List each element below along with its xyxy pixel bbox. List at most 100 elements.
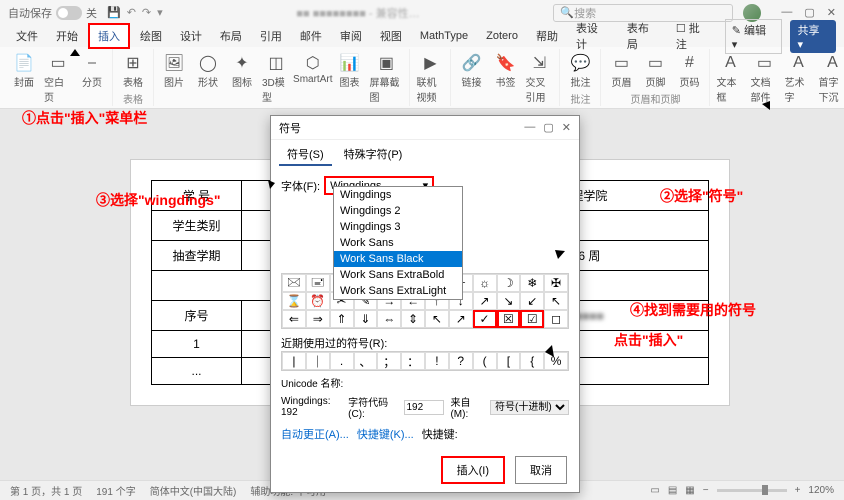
- ribbon-SmartArt[interactable]: ⬡SmartArt: [294, 51, 332, 87]
- view-web-icon[interactable]: ▦: [685, 485, 694, 496]
- recent-symbol[interactable]: (: [473, 352, 497, 370]
- autosave-toggle[interactable]: 自动保存 关: [8, 5, 97, 21]
- ribbon-联机视频[interactable]: ▶联机视频: [414, 51, 446, 106]
- autocorrect-button[interactable]: 自动更正(A)...: [281, 426, 349, 442]
- ribbon-首字下沉[interactable]: A首字下沉: [816, 51, 844, 106]
- shortcut-label: 快捷键:: [422, 426, 458, 442]
- zoom-value[interactable]: 120%: [808, 485, 834, 496]
- symbol-cell[interactable]: ☽: [497, 274, 521, 292]
- ribbon-图标[interactable]: ✦图标: [226, 51, 258, 91]
- recent-symbol[interactable]: ｜: [306, 352, 330, 370]
- recent-symbol[interactable]: [: [497, 352, 521, 370]
- font-option[interactable]: Work Sans ExtraLight: [334, 283, 462, 299]
- insert-button[interactable]: 插入(I): [441, 456, 505, 484]
- status-page[interactable]: 第 1 页，共 1 页: [10, 483, 82, 498]
- symbol-cell[interactable]: ↗: [473, 292, 497, 310]
- tab-插入[interactable]: 插入: [88, 23, 130, 49]
- tab-绘图[interactable]: 绘图: [132, 25, 170, 47]
- symbol-cell[interactable]: 🖃: [306, 274, 330, 292]
- symbol-cell[interactable]: ✓: [473, 310, 497, 328]
- ribbon-书签[interactable]: 🔖书签: [489, 51, 521, 91]
- font-option[interactable]: Wingdings: [334, 187, 462, 203]
- symbol-cell[interactable]: ☼: [473, 274, 497, 292]
- symbol-cell[interactable]: ☑: [520, 310, 544, 328]
- cancel-button[interactable]: 取消: [515, 456, 567, 484]
- zoom-slider[interactable]: [717, 489, 787, 492]
- tab-设计[interactable]: 设计: [172, 25, 210, 47]
- dialog-titlebar[interactable]: 符号 — ▢ ✕: [271, 116, 579, 140]
- shortcut-button[interactable]: 快捷键(K)...: [357, 426, 414, 442]
- ribbon-形状[interactable]: ◯形状: [192, 51, 224, 91]
- recent-symbol[interactable]: ：: [401, 352, 425, 370]
- symbol-cell[interactable]: ↗: [449, 310, 473, 328]
- ribbon-屏幕截图[interactable]: ▣屏幕截图: [368, 51, 406, 106]
- code-input[interactable]: [404, 400, 444, 415]
- recent-symbol[interactable]: |: [282, 352, 306, 370]
- symbol-cell[interactable]: ⇔: [377, 310, 401, 328]
- ribbon-交叉引用[interactable]: ⇲交叉引用: [523, 51, 555, 106]
- dialog-close-icon[interactable]: ✕: [562, 121, 571, 134]
- font-option[interactable]: Work Sans: [334, 235, 462, 251]
- tab-审阅[interactable]: 审阅: [332, 25, 370, 47]
- font-option[interactable]: Wingdings 3: [334, 219, 462, 235]
- ribbon-页码[interactable]: #页码: [673, 51, 705, 91]
- zoom-out-icon[interactable]: −: [703, 485, 709, 496]
- dialog-tab-symbols[interactable]: 符号(S): [279, 144, 332, 166]
- 图标-icon: ✦: [232, 53, 252, 73]
- view-focus-icon[interactable]: ▭: [650, 485, 659, 496]
- view-print-icon[interactable]: ▤: [668, 485, 677, 496]
- symbol-cell[interactable]: ⇕: [401, 310, 425, 328]
- ribbon-3D模型[interactable]: ◫3D模型: [260, 51, 292, 106]
- dialog-tab-special[interactable]: 特殊字符(P): [336, 144, 411, 166]
- zoom-in-icon[interactable]: +: [795, 485, 801, 496]
- font-option[interactable]: Wingdings 2: [334, 203, 462, 219]
- ribbon-链接[interactable]: 🔗链接: [455, 51, 487, 91]
- status-words[interactable]: 191 个字: [96, 483, 135, 498]
- tab-帮助[interactable]: 帮助: [528, 25, 566, 47]
- font-option[interactable]: Work Sans Black: [334, 251, 462, 267]
- symbol-cell[interactable]: 🖂: [282, 274, 306, 292]
- tab-视图[interactable]: 视图: [372, 25, 410, 47]
- tab-引用[interactable]: 引用: [252, 25, 290, 47]
- tab-Zotero[interactable]: Zotero: [478, 27, 526, 45]
- save-icon[interactable]: 💾: [107, 6, 121, 19]
- tab-文件[interactable]: 文件: [8, 25, 46, 47]
- status-lang[interactable]: 简体中文(中国大陆): [150, 483, 237, 498]
- symbol-cell[interactable]: ⌛: [282, 292, 306, 310]
- tab-布局[interactable]: 布局: [212, 25, 250, 47]
- tab-MathType[interactable]: MathType: [412, 27, 476, 45]
- recent-symbol[interactable]: ；: [377, 352, 401, 370]
- recent-symbol[interactable]: .: [330, 352, 354, 370]
- symbol-cell[interactable]: ⇑: [330, 310, 354, 328]
- 表格-icon: ⊞: [123, 53, 143, 73]
- dialog-help-icon[interactable]: —: [524, 121, 535, 134]
- font-option[interactable]: Work Sans ExtraBold: [334, 267, 462, 283]
- ribbon-艺术字[interactable]: A艺术字: [782, 51, 814, 106]
- symbol-cell[interactable]: ☒: [497, 310, 521, 328]
- tab-邮件[interactable]: 邮件: [292, 25, 330, 47]
- ribbon-图片[interactable]: 🖼图片: [158, 51, 190, 91]
- symbol-cell[interactable]: ❄: [520, 274, 544, 292]
- symbol-cell[interactable]: ↘: [497, 292, 521, 310]
- ribbon-批注[interactable]: 💬批注: [564, 51, 596, 91]
- symbol-cell[interactable]: ↖: [425, 310, 449, 328]
- toggle-switch[interactable]: [56, 6, 82, 20]
- symbol-cell[interactable]: ⇐: [282, 310, 306, 328]
- share-button[interactable]: 共享 ▾: [790, 20, 837, 53]
- dialog-max-icon[interactable]: ▢: [543, 121, 553, 134]
- from-select[interactable]: 符号(十进制): [490, 400, 569, 415]
- symbol-cell[interactable]: ⇒: [306, 310, 330, 328]
- ribbon-图表[interactable]: 📊图表: [334, 51, 366, 91]
- recent-symbol[interactable]: ?: [449, 352, 473, 370]
- symbol-cell[interactable]: ⇓: [354, 310, 378, 328]
- ribbon-封面[interactable]: 📄封面: [8, 51, 40, 91]
- symbol-cell[interactable]: ⏰: [306, 292, 330, 310]
- recent-symbol[interactable]: 、: [354, 352, 378, 370]
- recent-symbol[interactable]: !: [425, 352, 449, 370]
- redo-icon[interactable]: ↷: [142, 6, 151, 19]
- undo-icon[interactable]: ↶: [127, 6, 136, 19]
- ribbon-页脚[interactable]: ▭页脚: [639, 51, 671, 91]
- symbol-cell[interactable]: ↙: [520, 292, 544, 310]
- ribbon-表格[interactable]: ⊞表格: [117, 51, 149, 91]
- ribbon-页眉[interactable]: ▭页眉: [605, 51, 637, 91]
